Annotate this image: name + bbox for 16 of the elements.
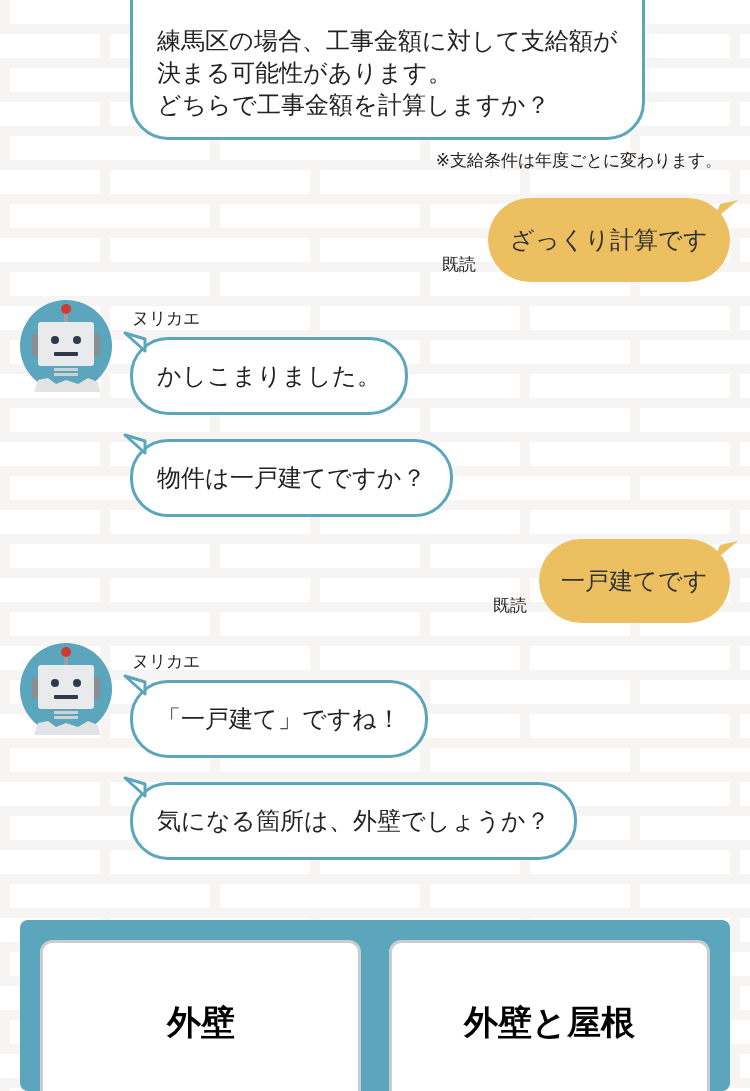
sender-name: ヌリカエ: [132, 652, 200, 670]
read-receipt: 既読: [493, 594, 527, 617]
read-receipt: 既読: [442, 253, 476, 276]
bubble-tail: [123, 330, 147, 353]
message-line: 決まる可能性があります。: [157, 58, 453, 89]
option-button[interactable]: 外壁: [40, 940, 361, 1091]
message-line: 練馬区の場合、工事金額に対して支給額が: [157, 26, 618, 57]
option-button[interactable]: 外壁と屋根: [389, 940, 710, 1091]
message-line: どちらで工事金額を計算しますか？: [157, 90, 551, 121]
robot-avatar-icon: [20, 299, 112, 392]
bubble-tail: [123, 673, 147, 696]
sender-name: ヌリカエ: [132, 309, 200, 327]
bubble-tail: [123, 432, 147, 455]
bubble-tail: [123, 775, 147, 798]
robot-avatar-icon: [20, 642, 112, 735]
note-text: ※支給条件は年度ごとに変わります。: [435, 149, 722, 172]
